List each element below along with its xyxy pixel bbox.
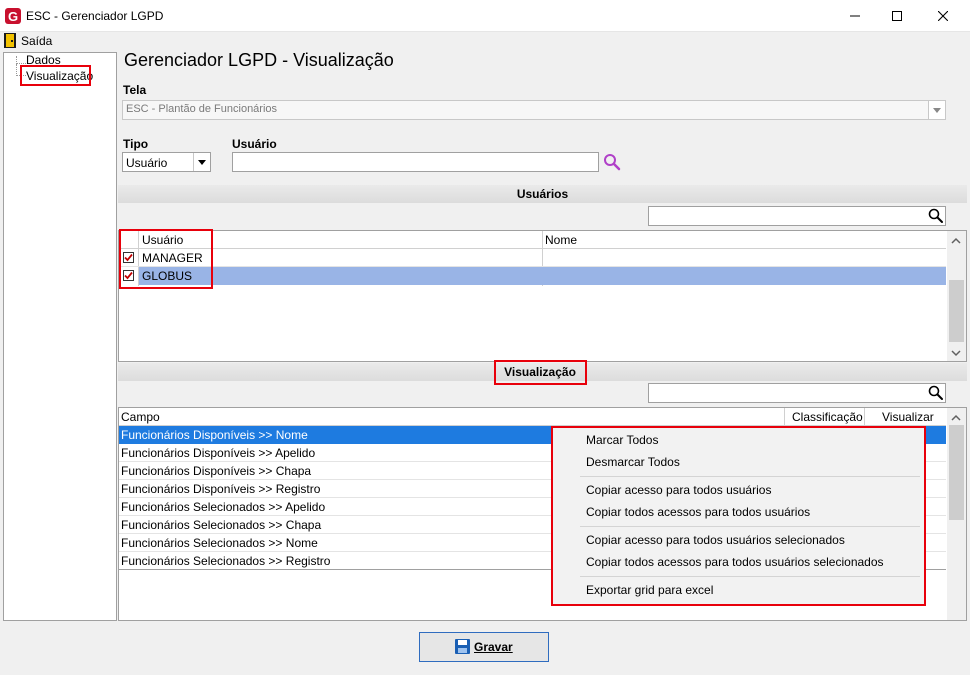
minimize-icon (850, 15, 860, 17)
column-divider (784, 408, 785, 426)
view-cell-campo: Funcionários Selecionados >> Apelido (121, 500, 326, 514)
page-title: Gerenciador LGPD - Visualização (124, 50, 394, 70)
maximize-icon (892, 11, 902, 21)
close-icon (938, 11, 948, 21)
screen-label: Tela (123, 83, 147, 97)
column-divider (864, 408, 865, 426)
save-button-label: Gravar (474, 640, 513, 654)
scroll-thumb[interactable] (949, 280, 964, 342)
close-button[interactable] (920, 0, 966, 32)
scroll-thumb[interactable] (949, 425, 964, 520)
user-label: Usuário (232, 137, 277, 151)
highlight-box (20, 65, 91, 86)
search-icon[interactable] (928, 208, 944, 224)
user-input[interactable] (232, 152, 599, 172)
window-title: ESC - Gerenciador LGPD (26, 9, 164, 23)
view-col-classificacao[interactable]: Classificação (792, 408, 863, 426)
highlight-box (551, 426, 926, 606)
scroll-down-icon[interactable] (951, 347, 961, 357)
scroll-up-icon[interactable] (951, 235, 961, 245)
users-section-header: Usuários (118, 185, 967, 203)
highlight-box (494, 360, 587, 385)
search-icon[interactable] (603, 153, 621, 171)
users-grid-header (119, 231, 946, 249)
users-col-nome[interactable]: Nome (545, 231, 577, 249)
maximize-button[interactable] (874, 0, 920, 32)
view-search-input[interactable] (648, 383, 946, 403)
dropdown-arrow-icon[interactable] (928, 101, 945, 119)
type-label: Tipo (123, 137, 149, 151)
view-col-campo[interactable]: Campo (121, 408, 160, 426)
minimize-button[interactable] (832, 0, 878, 32)
view-cell-campo: Funcionários Selecionados >> Chapa (121, 518, 322, 532)
app-logo-icon: G (5, 8, 21, 24)
view-cell-campo: Funcionários Disponíveis >> Nome (121, 428, 308, 442)
menu-bar (0, 32, 970, 51)
search-icon[interactable] (928, 385, 944, 401)
menu-exit[interactable]: Saída (21, 34, 52, 48)
view-cell-campo: Funcionários Disponíveis >> Registro (121, 482, 321, 496)
view-cell-campo: Funcionários Disponíveis >> Chapa (121, 464, 312, 478)
view-cell-campo: Funcionários Selecionados >> Registro (121, 554, 331, 568)
exit-door-icon[interactable] (4, 33, 16, 48)
scroll-up-icon[interactable] (951, 412, 961, 422)
save-disk-icon (455, 639, 470, 654)
dropdown-arrow-icon[interactable] (193, 153, 210, 171)
type-select-value: Usuário (126, 156, 168, 170)
table-row-selected[interactable] (139, 267, 946, 285)
svg-text:G: G (8, 9, 18, 24)
highlight-box (119, 229, 213, 289)
view-col-visualizar[interactable]: Visualizar (882, 408, 934, 426)
table-row[interactable] (119, 249, 946, 267)
tree-connector (16, 56, 26, 64)
view-cell-campo: Funcionários Disponíveis >> Apelido (121, 446, 316, 460)
users-search-input[interactable] (648, 206, 946, 226)
nav-tree (3, 52, 117, 621)
view-cell-campo: Funcionários Selecionados >> Nome (121, 536, 318, 550)
screen-select-value: ESC - Plantão de Funcionários (126, 103, 278, 115)
